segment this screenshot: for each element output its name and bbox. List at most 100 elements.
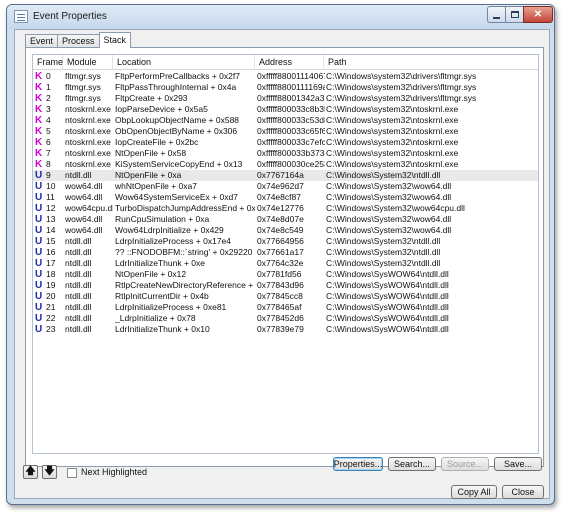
close-window-button[interactable]: ✕ <box>523 6 553 23</box>
frame-index: 21 <box>46 302 56 312</box>
user-mode-icon: U <box>35 280 43 291</box>
table-row[interactable]: K 2 fltmgr.sys FltpCreate + 0x293 0xfffff880… <box>33 93 538 104</box>
save-button[interactable]: Save... <box>494 457 542 471</box>
address-cell: 0x74e962d7 <box>257 181 304 191</box>
address-cell: 0x778452d6 <box>257 313 304 323</box>
table-row[interactable]: U 13 wow64.dll RunCpuSimulation + 0xa 0x74e8… <box>33 214 538 225</box>
location-cell: FltpPerformPreCallbacks + 0x2f7 <box>115 71 240 81</box>
location-cell: ?? ::FNODOBFM::`string' + 0x29220 <box>115 247 253 257</box>
path-cell: C:\Windows\System32\wow64.dll <box>326 225 452 235</box>
module-cell: wow64cpu.dll <box>65 203 113 213</box>
table-row[interactable]: U 22 ntdll.dll _LdrpInitialize + 0x78 0x7784… <box>33 313 538 324</box>
module-cell: fltmgr.sys <box>65 71 101 81</box>
properties-button[interactable]: Properties... <box>333 457 383 471</box>
address-cell: 0xfffff800033c65f6 <box>257 126 325 136</box>
title-bar[interactable]: Event Properties ✕ <box>7 5 554 29</box>
event-properties-window: Event Properties ✕ Event Process Stack F… <box>6 4 555 505</box>
user-mode-icon: U <box>35 269 43 280</box>
copy-all-button[interactable]: Copy All <box>451 485 497 499</box>
path-cell: C:\Windows\System32\wow64.dll <box>326 181 452 191</box>
table-row[interactable]: U 18 ntdll.dll NtOpenFile + 0x12 0x7781fd56 C… <box>33 269 538 280</box>
address-cell: 0x77845cc8 <box>257 291 303 301</box>
frame-index: 23 <box>46 324 56 334</box>
table-row[interactable]: U 15 ntdll.dll LdrpInitializeProcess + 0x17… <box>33 236 538 247</box>
minimize-button[interactable] <box>487 6 506 23</box>
location-cell: _LdrpInitialize + 0x78 <box>115 313 196 323</box>
module-cell: ntdll.dll <box>65 280 92 290</box>
close-button[interactable]: Close <box>502 485 544 499</box>
frame-index: 0 <box>46 71 51 81</box>
down-arrow-icon: 🡇 <box>44 465 55 477</box>
table-row[interactable]: K 5 ntoskrnl.exe ObOpenObjectByName + 0x306… <box>33 126 538 137</box>
path-cell: C:\Windows\system32\ntoskrnl.exe <box>326 137 459 147</box>
path-cell: C:\Windows\System32\wow64.dll <box>326 214 452 224</box>
frame-cell: U 22 <box>35 313 61 324</box>
move-up-button[interactable]: 🡅 <box>23 465 38 479</box>
search-button[interactable]: Search... <box>388 457 436 471</box>
module-cell: fltmgr.sys <box>65 93 101 103</box>
stack-list[interactable]: Frame Module Location Address Path K 0 flt… <box>32 54 539 454</box>
column-header-frame[interactable]: Frame <box>33 55 63 70</box>
column-header-path[interactable]: Path <box>324 55 538 70</box>
table-row[interactable]: K 1 fltmgr.sys FltpPassThroughInternal + 0x… <box>33 82 538 93</box>
dialog-client-area: Event Process Stack Frame Module Locatio… <box>14 29 550 499</box>
module-cell: ntoskrnl.exe <box>65 148 111 158</box>
location-cell: IopParseDevice + 0x5a5 <box>115 104 208 114</box>
address-cell: 0xfffff800033c7efc <box>257 137 325 147</box>
frame-cell: U 17 <box>35 258 61 269</box>
table-row[interactable]: U 11 wow64.dll Wow64SystemServiceEx + 0xd7 0… <box>33 192 538 203</box>
table-row[interactable]: U 12 wow64cpu.dll TurboDispatchJumpAddressE… <box>33 203 538 214</box>
tab-event[interactable]: Event <box>25 34 59 48</box>
location-cell: KiSystemServiceCopyEnd + 0x13 <box>115 159 243 169</box>
table-row[interactable]: K 7 ntoskrnl.exe NtOpenFile + 0x58 0xfffff80… <box>33 148 538 159</box>
source-button[interactable]: Source... <box>441 457 489 471</box>
table-row[interactable]: U 10 wow64.dll whNtOpenFile + 0xa7 0x74e962d… <box>33 181 538 192</box>
module-cell: ntoskrnl.exe <box>65 159 111 169</box>
location-cell: NtOpenFile + 0x58 <box>115 148 187 158</box>
table-row[interactable]: K 3 ntoskrnl.exe IopParseDevice + 0x5a5 0xff… <box>33 104 538 115</box>
column-header-module[interactable]: Module <box>63 55 113 70</box>
maximize-button[interactable] <box>505 6 524 23</box>
address-cell: 0x74e8cf87 <box>257 192 301 202</box>
location-cell: IopCreateFile + 0x2bc <box>115 137 199 147</box>
tab-stack[interactable]: Stack <box>98 32 132 48</box>
address-cell: 0xfffff800033b3734 <box>257 148 325 158</box>
kernel-mode-icon: K <box>35 82 43 93</box>
stack-tab-panel: Frame Module Location Address Path K 0 flt… <box>25 47 544 467</box>
kernel-mode-icon: K <box>35 159 43 170</box>
window-icon <box>14 10 28 23</box>
module-cell: fltmgr.sys <box>65 82 101 92</box>
table-row[interactable]: U 21 ntdll.dll LdrpInitializeProcess + 0xe8… <box>33 302 538 313</box>
frame-index: 12 <box>46 203 56 213</box>
user-mode-icon: U <box>35 192 43 203</box>
tab-process[interactable]: Process <box>57 34 100 48</box>
table-row[interactable]: U 16 ntdll.dll ?? ::FNODOBFM::`string' + 0… <box>33 247 538 258</box>
table-row[interactable]: U 9 ntdll.dll NtOpenFile + 0xa 0x7767164a C:\… <box>33 170 538 181</box>
window-title: Event Properties <box>33 11 107 22</box>
table-row[interactable]: U 23 ntdll.dll LdrInitializeThunk + 0x10 0x7… <box>33 324 538 335</box>
table-row[interactable]: U 19 ntdll.dll RtlpCreateNewDirectoryRefere… <box>33 280 538 291</box>
table-row[interactable]: U 14 wow64.dll Wow64LdrpInitialize + 0x429 0… <box>33 225 538 236</box>
frame-cell: K6 <box>35 137 61 148</box>
address-cell: 0xfffff8800111169aa <box>257 82 325 92</box>
path-cell: C:\Windows\system32\drivers\fltmgr.sys <box>326 93 477 103</box>
frame-index: 19 <box>46 280 56 290</box>
address-cell: 0xfffff800030ce253 <box>257 159 325 169</box>
column-header-address[interactable]: Address <box>255 55 324 70</box>
frame-index: 15 <box>46 236 56 246</box>
next-highlighted-checkbox[interactable] <box>67 468 77 478</box>
table-row[interactable]: K 8 ntoskrnl.exe KiSystemServiceCopyEnd + 0… <box>33 159 538 170</box>
table-row[interactable]: K 0 fltmgr.sys FltpPerformPreCallbacks + 0x… <box>33 71 538 82</box>
table-row[interactable]: U 20 ntdll.dll RtlpInitCurrentDir + 0x4b 0x7… <box>33 291 538 302</box>
table-row[interactable]: U 17 ntdll.dll LdrInitializeThunk + 0xe 0x77… <box>33 258 538 269</box>
module-cell: ntdll.dll <box>65 236 92 246</box>
address-cell: 0x7764c32e <box>257 258 304 268</box>
move-down-button[interactable]: 🡇 <box>42 465 57 479</box>
module-cell: wow64.dll <box>65 181 103 191</box>
column-header-location[interactable]: Location <box>113 55 255 70</box>
table-row[interactable]: K 4 ntoskrnl.exe ObpLookupObjectName + 0x58… <box>33 115 538 126</box>
frame-cell: U 23 <box>35 324 61 335</box>
table-row[interactable]: K 6 ntoskrnl.exe IopCreateFile + 0x2bc 0xfff… <box>33 137 538 148</box>
frame-cell: K3 <box>35 104 61 115</box>
location-cell: RtlpInitCurrentDir + 0x4b <box>115 291 209 301</box>
